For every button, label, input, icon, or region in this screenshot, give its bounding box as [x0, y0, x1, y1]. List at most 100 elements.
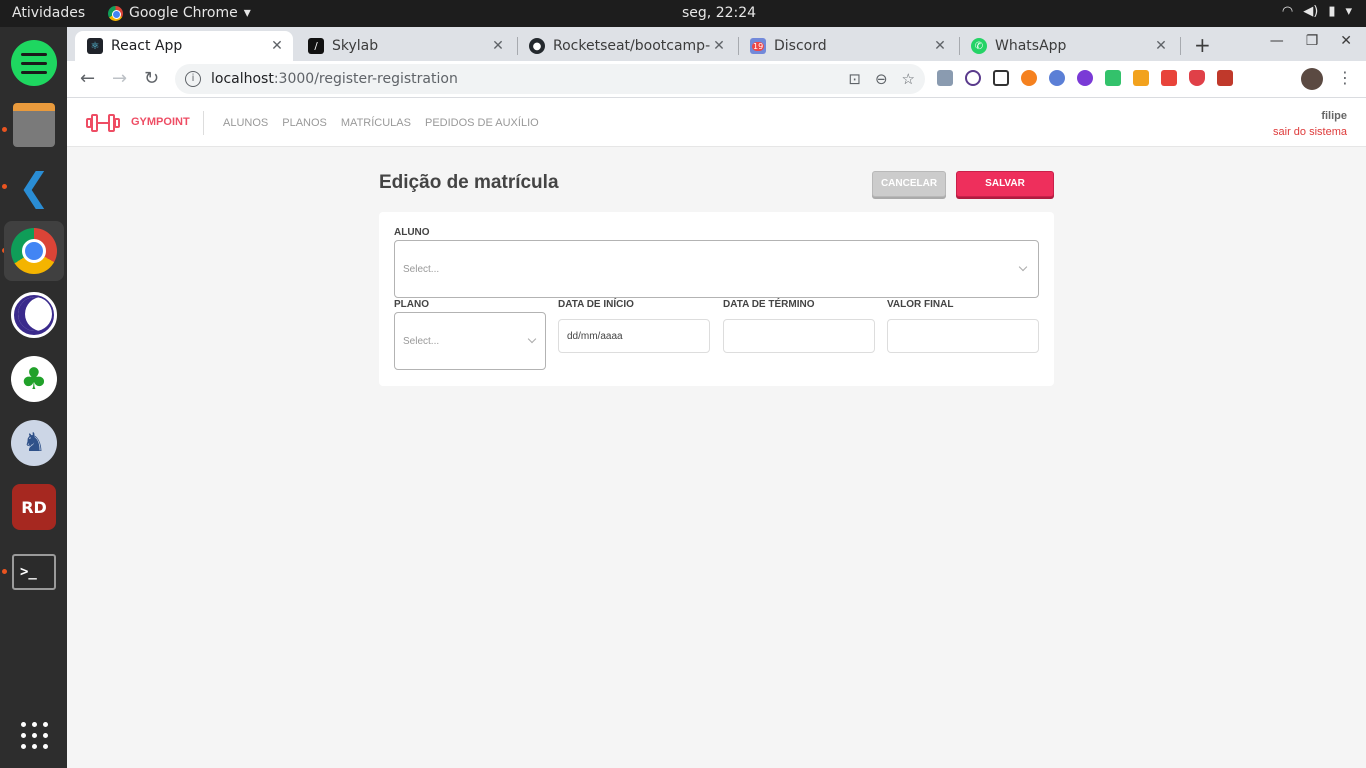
tag-icon[interactable]	[1105, 70, 1121, 86]
elephant-icon: ♞	[11, 420, 57, 466]
tab-discord[interactable]: 19 Discord ✕	[738, 31, 956, 61]
extension-icon[interactable]	[1049, 70, 1065, 86]
chevron-down-icon	[527, 334, 537, 344]
spotify-icon	[11, 40, 57, 86]
system-tray[interactable]: ◠ ◀) ▮ ▾	[1282, 4, 1352, 19]
student-label: ALUNO	[394, 227, 430, 238]
dock-postgres[interactable]: ♞	[4, 413, 64, 473]
nav-item-pedidos-de-auxilio[interactable]: PEDIDOS DE AUXÍLIO	[425, 117, 539, 129]
dock-redis-desktop[interactable]: RD	[4, 477, 64, 537]
end-date-input[interactable]	[723, 319, 875, 353]
url-host: localhost	[211, 71, 274, 87]
url-path: :3000/register-registration	[273, 71, 458, 87]
student-select[interactable]: Select...	[394, 240, 1039, 298]
tab-react-app[interactable]: ⚛ React App ✕	[75, 31, 293, 61]
nav-item-matriculas[interactable]: MATRÍCULAS	[341, 117, 411, 129]
blocker-icon[interactable]	[965, 70, 981, 86]
tab-title: Discord	[774, 38, 827, 54]
grid-icon	[20, 721, 48, 749]
plan-select[interactable]: Select...	[394, 312, 546, 370]
tab-skylab[interactable]: / Skylab ✕	[296, 31, 514, 61]
extension-icon[interactable]	[1021, 70, 1037, 86]
tab-strip: ⚛ React App ✕ / Skylab ✕ ● Rocketseat/bo…	[67, 27, 1366, 61]
close-icon[interactable]: ✕	[490, 38, 506, 54]
dock-vscode[interactable]: ❮	[4, 157, 64, 217]
start-date-input[interactable]: dd/mm/aaaa	[558, 319, 710, 353]
show-applications-button[interactable]	[4, 705, 64, 765]
clock[interactable]: seg, 22:24	[682, 5, 756, 21]
rss-icon[interactable]	[1133, 70, 1149, 86]
info-icon[interactable]: i	[185, 71, 201, 87]
menu-kebab-icon[interactable]: ⋮	[1337, 68, 1353, 87]
restore-icon[interactable]: ❐	[1306, 33, 1319, 49]
chrome-icon	[108, 5, 123, 21]
notification-badge: 19	[752, 42, 765, 51]
react-icon: ⚛	[87, 38, 103, 54]
chevron-down-icon	[1018, 262, 1028, 272]
window-controls: — ❐ ✕	[1270, 33, 1352, 49]
final-price-input[interactable]	[887, 319, 1039, 353]
system-top-bar: Atividades Google Chrome ▾ seg, 22:24 ◠ …	[0, 0, 1366, 27]
close-icon[interactable]: ✕	[269, 38, 285, 54]
close-icon[interactable]: ✕	[1153, 38, 1169, 54]
chrome-icon	[11, 228, 57, 274]
plan-select-placeholder: Select...	[403, 336, 440, 347]
browser-toolbar: ← → ↻ i localhost:3000/register-registra…	[67, 61, 1366, 98]
forward-button[interactable]: →	[112, 68, 127, 89]
extensions	[937, 70, 1233, 86]
dropbox-icon[interactable]	[937, 70, 953, 86]
tab-whatsapp[interactable]: ✆ WhatsApp ✕	[959, 31, 1177, 61]
dumbbell-icon	[86, 114, 120, 132]
dock-mongodb[interactable]: ♣	[4, 349, 64, 409]
user-name: filipe	[1321, 110, 1347, 122]
app-menu[interactable]: Google Chrome ▾	[108, 5, 251, 21]
activities-button[interactable]: Atividades	[12, 5, 85, 21]
brand-name[interactable]: GYMPOINT	[131, 116, 190, 128]
dock-spotify[interactable]	[4, 33, 64, 93]
student-select-placeholder: Select...	[403, 264, 440, 275]
dock-eclipse[interactable]	[4, 285, 64, 345]
address-bar-actions: ⊡ ⊖ ☆	[848, 70, 915, 88]
start-date-label: DATA DE INÍCIO	[558, 299, 634, 310]
translate-icon[interactable]: ⊡	[848, 70, 861, 88]
close-icon[interactable]: ✕	[711, 38, 727, 54]
eclipse-icon	[11, 292, 57, 338]
logout-link[interactable]: sair do sistema	[1273, 126, 1347, 138]
nav-item-planos[interactable]: PLANOS	[282, 117, 327, 129]
mongodb-leaf-icon: ♣	[11, 356, 57, 402]
caret-down-icon: ▾	[1345, 4, 1352, 19]
tab-github[interactable]: ● Rocketseat/bootcamp- ✕	[517, 31, 735, 61]
volume-icon: ◀)	[1303, 4, 1319, 19]
battery-icon: ▮	[1328, 4, 1336, 19]
new-tab-button[interactable]: +	[1194, 33, 1211, 57]
check-icon[interactable]	[1077, 70, 1093, 86]
extension-icon[interactable]	[1217, 70, 1233, 86]
tab-title: Skylab	[332, 38, 379, 54]
app-header: GYMPOINT ALUNOS PLANOS MATRÍCULAS PEDIDO…	[67, 98, 1366, 147]
extension-icon[interactable]	[1161, 70, 1177, 86]
close-window-icon[interactable]: ✕	[1340, 33, 1352, 49]
zoom-icon[interactable]: ⊖	[875, 70, 888, 88]
save-button[interactable]: SALVAR	[956, 171, 1054, 197]
shield-icon[interactable]	[1189, 70, 1205, 86]
dock-chrome[interactable]	[4, 221, 64, 281]
tab-title: React App	[111, 38, 183, 54]
header-divider	[203, 111, 204, 135]
address-bar[interactable]: i localhost:3000/register-registration ⊡…	[175, 64, 925, 94]
dock-files[interactable]	[4, 95, 64, 155]
profile-avatar[interactable]	[1301, 68, 1323, 90]
screenshot-icon[interactable]	[993, 70, 1009, 86]
cancel-button[interactable]: CANCELAR	[872, 171, 946, 197]
user-profile: filipe sair do sistema	[1273, 110, 1347, 138]
back-button[interactable]: ←	[80, 68, 95, 89]
close-icon[interactable]: ✕	[932, 38, 948, 54]
minimize-icon[interactable]: —	[1270, 33, 1284, 49]
star-icon[interactable]: ☆	[902, 70, 915, 88]
end-date-label: DATA DE TÉRMINO	[723, 299, 815, 310]
nav-item-alunos[interactable]: ALUNOS	[223, 117, 268, 129]
registration-form: ALUNO Select... PLANO Select... DATA DE …	[379, 212, 1054, 386]
discord-icon: 19	[750, 38, 766, 54]
reload-button[interactable]: ↻	[144, 68, 159, 89]
app-menu-label: Google Chrome	[129, 5, 238, 21]
dock-terminal[interactable]: >_	[4, 542, 64, 602]
